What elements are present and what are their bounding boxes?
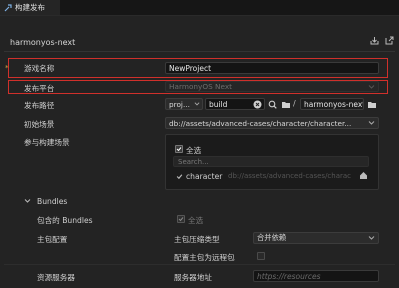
header-actions	[370, 36, 394, 45]
initial-scene-value: db://assets/advanced-cases/character/cha…	[169, 118, 352, 128]
clear-icon[interactable]	[252, 99, 263, 110]
path-separator: /	[293, 99, 296, 108]
platform-select[interactable]: HarmonyOS Next	[165, 81, 379, 92]
search-icon[interactable]	[267, 99, 278, 110]
compression-type-select[interactable]: 合并依赖	[253, 232, 379, 244]
path-prefix-value: proj...	[169, 99, 190, 109]
server-address-placeholder: https://resources	[257, 271, 321, 281]
chevron-down-icon	[368, 235, 375, 241]
path-prefix-select[interactable]: proj...	[165, 98, 203, 110]
bundles-title: Bundles	[37, 197, 68, 206]
resource-server-label: 资源服务器	[37, 273, 75, 282]
scene-search-input[interactable]: Search...	[173, 156, 369, 167]
divider	[4, 51, 395, 52]
folder-icon[interactable]	[366, 99, 377, 110]
initial-scene-label: 初始场景	[24, 120, 55, 129]
tab-label: 构建发布	[15, 3, 45, 12]
chevron-down-icon	[368, 84, 375, 90]
select-all-scenes-label: 全选	[186, 146, 202, 155]
game-name-input[interactable]: NewProject	[165, 62, 379, 74]
required-marker: *	[5, 64, 9, 72]
build-icon	[4, 3, 12, 12]
platform-value: HarmonyOS Next	[169, 82, 233, 91]
server-address-label: 服务器地址	[174, 273, 212, 282]
scene-search-placeholder: Search...	[178, 158, 209, 166]
select-all-scenes-checkbox[interactable]	[175, 145, 183, 153]
remote-main-bundle-label: 配置主包为远程包	[174, 253, 235, 262]
server-address-input[interactable]: https://resources	[253, 270, 379, 282]
home-icon	[359, 171, 368, 180]
chevron-down-icon	[194, 101, 200, 107]
scene-character-path: db://assets/advanced-cases/charac	[228, 172, 352, 180]
build-path-label: 发布路径	[24, 101, 55, 110]
game-name-label: 游戏名称	[24, 64, 55, 73]
bundles-collapse-toggle[interactable]	[24, 198, 31, 204]
compression-type-value: 合并依赖	[257, 233, 287, 242]
platform-label: 发布平台	[24, 84, 55, 93]
scene-character-checkbox[interactable]	[175, 172, 183, 180]
chevron-down-icon	[368, 120, 375, 126]
include-all-bundles-label: 全选	[188, 216, 204, 225]
output-folder-input[interactable]: harmonyos-next	[300, 98, 364, 110]
platform-title: harmonyos-next	[10, 38, 76, 47]
external-link-icon[interactable]	[385, 36, 394, 45]
remote-main-bundle-checkbox[interactable]	[257, 252, 265, 260]
compression-type-label: 主包压缩类型	[174, 235, 220, 244]
scene-character-name: character	[186, 172, 223, 181]
import-icon[interactable]	[370, 36, 379, 45]
scenes-label: 参与构建场景	[24, 138, 70, 147]
include-all-bundles-checkbox[interactable]	[177, 215, 185, 223]
included-bundles-label: 包含的 Bundles	[37, 216, 93, 225]
initial-scene-select[interactable]: db://assets/advanced-cases/character/cha…	[165, 117, 379, 129]
divider	[4, 264, 395, 265]
folder-open-icon[interactable]	[280, 99, 291, 110]
main-config-label: 主包配置	[37, 235, 68, 244]
tab-build-publish[interactable]: 构建发布	[0, 0, 60, 15]
